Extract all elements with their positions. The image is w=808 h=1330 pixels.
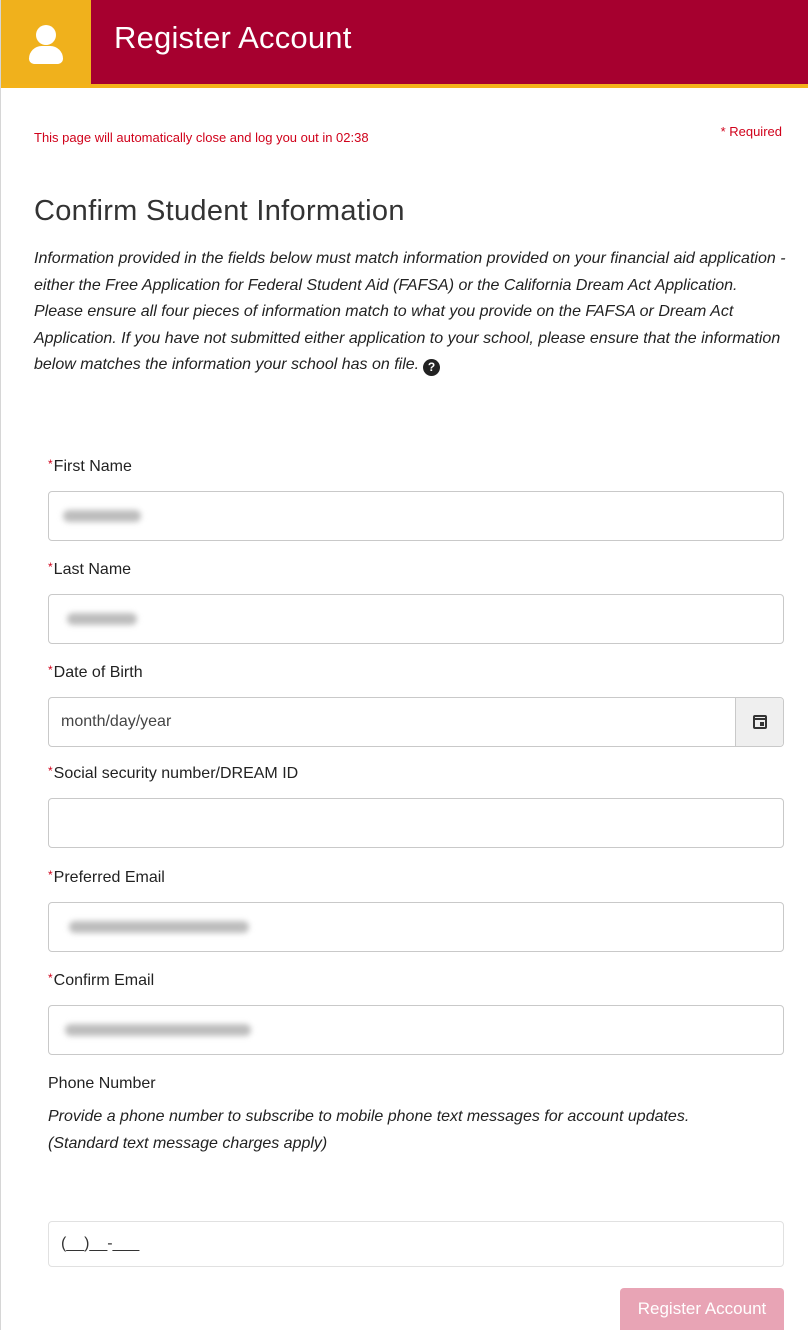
required-asterisk: *: [48, 663, 53, 677]
dob-group: *Date of Birth month/day/year: [48, 663, 784, 747]
required-asterisk: *: [48, 560, 53, 574]
redacted-value: [69, 921, 249, 933]
calendar-button[interactable]: [735, 698, 783, 746]
last-name-label: *Last Name: [48, 560, 132, 578]
first-name-label: *First Name: [48, 457, 132, 475]
ssn-group: *Social security number/DREAM ID: [48, 764, 784, 848]
required-note: * Required: [720, 124, 782, 139]
required-asterisk: *: [48, 868, 53, 882]
confirm-email-input[interactable]: [48, 1005, 784, 1055]
redacted-value: [67, 613, 137, 625]
section-title: Confirm Student Information: [34, 195, 405, 227]
confirm-email-group: *Confirm Email: [48, 971, 784, 1055]
email-input[interactable]: [48, 902, 784, 952]
calendar-icon: [752, 715, 767, 729]
dob-input[interactable]: month/day/year: [48, 697, 784, 747]
last-name-group: *Last Name: [48, 560, 784, 644]
redacted-value: [65, 1024, 251, 1036]
phone-mask: (__)__-___: [61, 1235, 140, 1252]
phone-help-line1: Provide a phone number to subscribe to m…: [48, 1108, 690, 1125]
dob-placeholder: month/day/year: [61, 713, 172, 730]
phone-help: Provide a phone number to subscribe to m…: [48, 1103, 748, 1157]
dob-label: *Date of Birth: [48, 663, 143, 681]
required-asterisk: *: [48, 457, 53, 471]
question-circle-icon[interactable]: ?: [423, 359, 441, 376]
first-name-input[interactable]: [48, 491, 784, 541]
page: Register Account This page will automati…: [0, 0, 808, 1330]
redacted-value: [63, 510, 141, 522]
user-icon: [1, 0, 91, 84]
phone-input[interactable]: (__)__-___: [48, 1221, 784, 1267]
first-name-group: *First Name: [48, 457, 784, 541]
email-label: *Preferred Email: [48, 868, 165, 886]
required-asterisk: *: [48, 764, 53, 778]
register-account-button[interactable]: Register Account: [620, 1288, 784, 1330]
last-name-input[interactable]: [48, 594, 784, 644]
ssn-label: *Social security number/DREAM ID: [48, 764, 299, 782]
confirm-email-label: *Confirm Email: [48, 971, 155, 989]
phone-help-line2: (Standard text message charges apply): [48, 1135, 328, 1152]
ssn-input[interactable]: [48, 798, 784, 848]
email-group: *Preferred Email: [48, 868, 784, 952]
page-header: Register Account: [1, 0, 808, 88]
phone-label: Phone Number: [48, 1075, 156, 1092]
page-title: Register Account: [114, 20, 352, 55]
required-asterisk: *: [48, 971, 53, 985]
session-timeout-message: This page will automatically close and l…: [34, 130, 369, 145]
intro-text: Information provided in the fields below…: [34, 250, 786, 373]
section-intro: Information provided in the fields below…: [34, 246, 789, 379]
